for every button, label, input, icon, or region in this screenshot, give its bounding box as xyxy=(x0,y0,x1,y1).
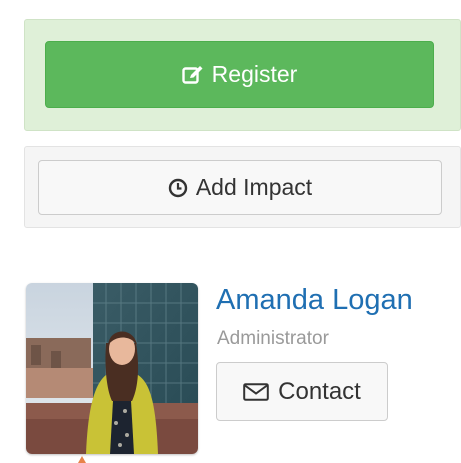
envelope-icon xyxy=(243,382,269,401)
add-impact-button[interactable]: Add Impact xyxy=(38,160,442,215)
edit-icon xyxy=(181,65,204,85)
register-button[interactable]: Register xyxy=(45,41,434,108)
contact-label: Contact xyxy=(278,377,361,405)
caret-marker xyxy=(78,456,86,463)
add-impact-label: Add Impact xyxy=(195,174,313,200)
register-label: Register xyxy=(211,61,298,87)
clock-icon xyxy=(168,178,188,198)
profile-name[interactable]: Amanda Logan xyxy=(216,284,413,317)
contact-button[interactable]: Contact xyxy=(216,362,388,421)
profile-role: Administrator xyxy=(217,328,329,349)
profile-photo xyxy=(26,283,198,454)
